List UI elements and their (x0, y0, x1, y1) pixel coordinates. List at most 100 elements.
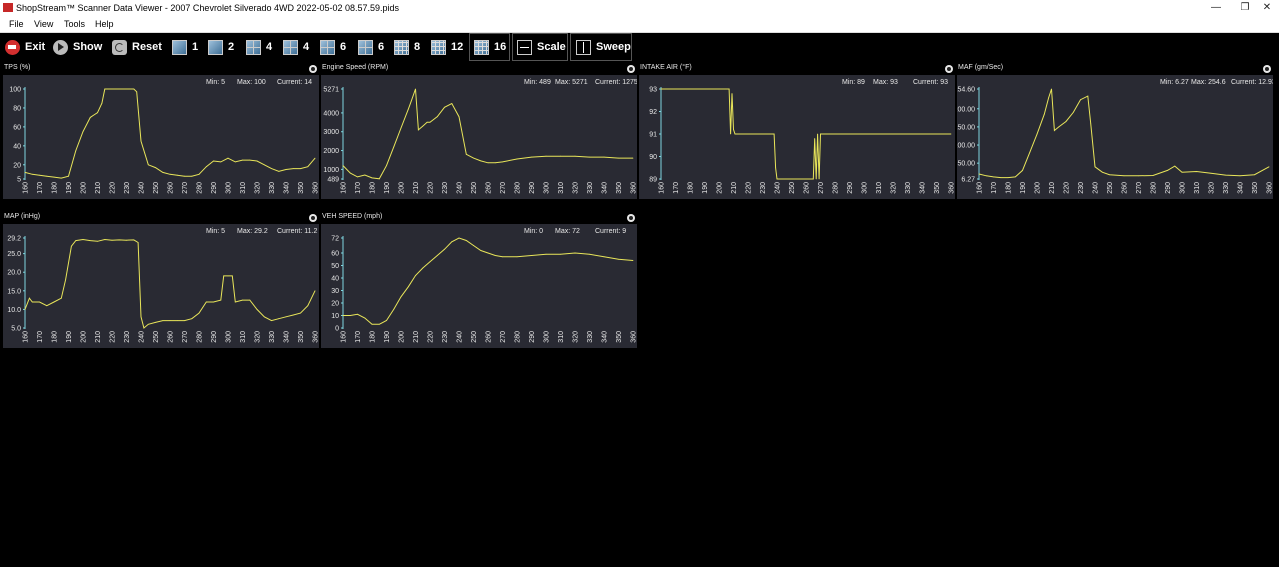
reset-button[interactable]: Reset (112, 33, 162, 61)
data-point (231, 275, 233, 277)
layout-12-button[interactable]: 12 (431, 33, 463, 61)
scale-button[interactable]: Scale (512, 33, 568, 61)
stat-max: Max: 100 (237, 79, 266, 86)
menu-tools[interactable]: Tools (64, 19, 85, 29)
layout-grid-icon (474, 39, 489, 55)
x-tick-label: 350 (616, 331, 623, 343)
data-point (198, 312, 200, 314)
menu-view[interactable]: View (34, 19, 53, 29)
stat-min: Min: 6.27 (1160, 79, 1189, 86)
layout-grid-icon (320, 39, 335, 55)
data-point (426, 121, 428, 123)
data-point (162, 320, 164, 321)
layout-1-button[interactable]: 1 (172, 33, 198, 61)
x-tick-label: 360 (313, 331, 320, 343)
data-point (730, 133, 731, 135)
y-tick-label: 20.0 (7, 270, 21, 277)
data-point (220, 161, 222, 163)
data-point (227, 275, 229, 277)
x-tick-label: 300 (226, 331, 233, 343)
layout-4b-button[interactable]: 4 (283, 33, 309, 61)
scale-icon (517, 39, 532, 55)
data-point (205, 301, 207, 303)
x-tick-label: 270 (818, 182, 825, 194)
close-chart-icon[interactable] (945, 65, 953, 73)
data-point (147, 164, 149, 166)
data-point (494, 255, 496, 256)
data-point (429, 261, 431, 263)
data-point (300, 168, 301, 169)
data-point (111, 88, 113, 90)
data-point (133, 88, 135, 90)
data-point (342, 315, 344, 316)
close-chart-icon[interactable] (1263, 65, 1271, 73)
data-point (733, 129, 734, 130)
data-point (371, 323, 373, 325)
sweep-button[interactable]: Sweep (570, 33, 632, 61)
data-point (198, 173, 200, 175)
x-tick-label: 210 (731, 182, 738, 194)
data-point (256, 309, 258, 310)
layout-8-button[interactable]: 8 (394, 33, 420, 61)
chart-panel-maf: MAF (gm/Sec) Min: 6.27 Max: 254.6 Current:… (957, 64, 1273, 210)
menu-help[interactable]: Help (95, 19, 114, 29)
data-point (1000, 177, 1002, 178)
menu-file[interactable]: File (9, 19, 24, 29)
exit-button[interactable]: Exit (5, 33, 45, 61)
x-tick-label: 300 (226, 182, 233, 194)
close-button[interactable]: ✕ (1250, 0, 1279, 16)
chart-title: Engine Speed (RPM) (322, 64, 389, 71)
plot-background (3, 224, 319, 348)
x-tick-label: 220 (110, 331, 117, 343)
stat-min: Min: 489 (524, 79, 551, 86)
layout-4-button[interactable]: 4 (246, 33, 272, 61)
data-point (458, 116, 460, 118)
layout-grid-icon (246, 39, 261, 55)
stat-current: Current: 93 (913, 79, 948, 86)
x-tick-label: 300 (862, 182, 869, 194)
data-point (31, 301, 33, 303)
data-point (1268, 166, 1270, 168)
x-tick-label: 190 (384, 182, 391, 194)
close-chart-icon[interactable] (309, 214, 317, 222)
stat-current: Current: 1275 (595, 79, 637, 86)
x-tick-label: 320 (1209, 182, 1216, 194)
x-tick-label: 230 (760, 182, 767, 194)
layout-label: 4 (266, 41, 273, 53)
data-point (75, 150, 77, 151)
data-point (502, 161, 503, 163)
stat-current: Current: 9 (595, 228, 626, 235)
data-point (632, 157, 634, 159)
data-point (126, 239, 127, 241)
chart-engine-speed: Min: 489 Max: 5271 Current: 1275 5271 4000 30… (321, 75, 637, 199)
x-tick-label: 290 (211, 331, 218, 343)
reset-icon (112, 39, 127, 55)
show-button[interactable]: Show (53, 33, 102, 61)
x-tick-label: 260 (168, 331, 175, 343)
y-tick-label: 10 (331, 313, 339, 320)
close-chart-icon[interactable] (627, 65, 635, 73)
play-icon (53, 39, 68, 55)
scale-label: Scale (537, 41, 566, 53)
layout-2-button[interactable]: 2 (208, 33, 234, 61)
close-chart-icon[interactable] (627, 214, 635, 222)
chart-maf: Min: 6.27Max: 254.6 Current: 12.93 254.60 2… (957, 75, 1273, 199)
data-point (176, 174, 178, 176)
toolbar: Exit Show Reset 1 2 4 4 6 6 8 12 16 Scal… (0, 33, 1279, 62)
close-chart-icon[interactable] (309, 65, 317, 73)
data-point (1014, 176, 1016, 178)
layout-6-button[interactable]: 6 (320, 33, 346, 61)
data-point (169, 173, 171, 175)
x-tick-label: 230 (442, 182, 449, 194)
data-point (133, 239, 135, 241)
data-point (92, 115, 94, 116)
data-point (465, 240, 467, 241)
data-point (227, 157, 229, 159)
x-tick-label: 330 (587, 331, 594, 343)
data-point (278, 318, 280, 320)
layout-6b-button[interactable]: 6 (358, 33, 384, 61)
data-point (1152, 175, 1154, 176)
layout-16-button[interactable]: 16 (469, 33, 510, 61)
data-point (1210, 172, 1212, 174)
data-point (603, 256, 605, 258)
